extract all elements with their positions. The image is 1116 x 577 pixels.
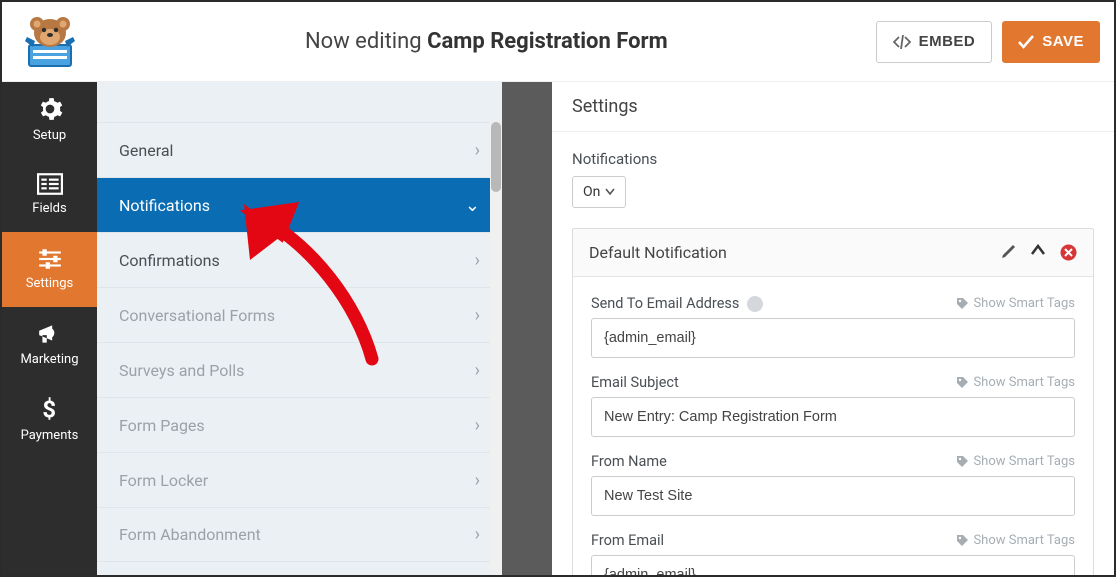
chevron-right-icon: › [475, 360, 480, 381]
sidebar-item-label: Marketing [20, 352, 78, 367]
panel-item-label: Form Pages [119, 416, 205, 435]
gear-icon [37, 96, 63, 122]
svg-text:$: $ [42, 396, 56, 422]
settings-panel: General › Notifications ⌄ Confirmations … [97, 82, 502, 575]
field-label: Send To Email Address [591, 295, 739, 312]
body: Setup Fields Settings Marketing $ Paymen… [2, 82, 1114, 575]
notification-box: Default Notification Send To Email Addre… [572, 228, 1094, 575]
check-icon [1018, 35, 1034, 49]
sidebar-item-fields[interactable]: Fields [2, 157, 97, 232]
panel-item-label: General [119, 141, 173, 160]
main-title: Settings [552, 82, 1114, 132]
chevron-right-icon: › [475, 415, 480, 436]
panel-item-form-locker[interactable]: Form Locker › [97, 452, 502, 507]
tag-icon [956, 376, 969, 389]
panel-item-form-pages[interactable]: Form Pages › [97, 397, 502, 452]
app-frame: Now editing Camp Registration Form EMBED… [0, 0, 1116, 577]
show-smart-tags[interactable]: Show Smart Tags [956, 375, 1075, 390]
chevron-right-icon: › [475, 140, 480, 161]
list-icon [37, 173, 63, 195]
chevron-right-icon: › [475, 524, 480, 545]
notifications-toggle-select[interactable]: On [572, 176, 626, 208]
sidebar: Setup Fields Settings Marketing $ Paymen… [2, 82, 97, 575]
from-name-input[interactable] [591, 476, 1075, 516]
chevron-up-icon[interactable] [1030, 244, 1046, 256]
embed-icon [893, 35, 911, 49]
notification-body: Send To Email Address Show Smart Tags [573, 277, 1093, 575]
gutter [502, 82, 552, 575]
megaphone-icon [37, 322, 63, 346]
panel-item-label: Confirmations [119, 251, 220, 270]
field-from-name: From Name Show Smart Tags [591, 453, 1075, 516]
help-icon[interactable] [747, 296, 763, 312]
sidebar-item-label: Payments [21, 428, 79, 443]
dollar-icon: $ [40, 396, 60, 422]
field-from-email: From Email Show Smart Tags [591, 532, 1075, 575]
sidebar-item-label: Fields [32, 201, 66, 216]
sidebar-item-setup[interactable]: Setup [2, 82, 97, 157]
sidebar-item-payments[interactable]: $ Payments [2, 382, 97, 457]
sidebar-item-settings[interactable]: Settings [2, 232, 97, 307]
from-email-input[interactable] [591, 555, 1075, 575]
panel-item-conversational-forms[interactable]: Conversational Forms › [97, 287, 502, 342]
show-smart-tags[interactable]: Show Smart Tags [956, 533, 1075, 548]
panel-item-notifications[interactable]: Notifications ⌄ [97, 177, 502, 232]
panel-item-label: Form Abandonment [119, 525, 261, 544]
settings-panel-list: General › Notifications ⌄ Confirmations … [97, 122, 502, 562]
page-title: Now editing Camp Registration Form [97, 29, 876, 54]
notification-title: Default Notification [589, 243, 727, 262]
panel-item-label: Conversational Forms [119, 306, 275, 325]
tag-icon [956, 297, 969, 310]
title-form-name: Camp Registration Form [427, 29, 668, 54]
embed-button[interactable]: EMBED [876, 21, 993, 63]
tag-icon [956, 455, 969, 468]
panel-item-general[interactable]: General › [97, 122, 502, 177]
field-send-to: Send To Email Address Show Smart Tags [591, 295, 1075, 358]
field-label: From Email [591, 532, 664, 549]
chevron-down-icon: ⌄ [465, 195, 480, 216]
sidebar-item-label: Settings [26, 276, 73, 291]
chevron-right-icon: › [475, 305, 480, 326]
field-label: From Name [591, 453, 667, 470]
chevron-right-icon: › [475, 470, 480, 491]
email-subject-input[interactable] [591, 397, 1075, 437]
field-email-subject: Email Subject Show Smart Tags [591, 374, 1075, 437]
send-to-input[interactable] [591, 318, 1075, 358]
save-label: SAVE [1042, 33, 1084, 50]
field-label: Email Subject [591, 374, 679, 391]
panel-item-label: Surveys and Polls [119, 361, 244, 380]
sidebar-item-label: Setup [33, 128, 66, 143]
panel-item-label: Notifications [119, 196, 210, 215]
notifications-label: Notifications [572, 150, 1094, 168]
show-smart-tags[interactable]: Show Smart Tags [956, 454, 1075, 469]
embed-label: EMBED [919, 33, 976, 50]
close-icon[interactable] [1060, 244, 1077, 261]
show-smart-tags[interactable]: Show Smart Tags [956, 296, 1075, 311]
panel-item-form-abandonment[interactable]: Form Abandonment › [97, 507, 502, 562]
chevron-right-icon: › [475, 250, 480, 271]
panel-item-label: Form Locker [119, 471, 208, 490]
select-value: On [583, 184, 600, 200]
top-actions: EMBED SAVE [876, 21, 1100, 63]
tag-icon [956, 534, 969, 547]
panel-item-confirmations[interactable]: Confirmations › [97, 232, 502, 287]
topbar: Now editing Camp Registration Form EMBED… [2, 2, 1114, 82]
logo-icon [2, 2, 97, 82]
title-prefix: Now editing [305, 29, 422, 54]
scrollbar-thumb[interactable] [491, 122, 501, 192]
chevron-down-icon [605, 188, 615, 196]
save-button[interactable]: SAVE [1002, 21, 1100, 63]
sliders-icon [37, 248, 63, 270]
notification-header: Default Notification [573, 229, 1093, 277]
panel-item-surveys-polls[interactable]: Surveys and Polls › [97, 342, 502, 397]
pencil-icon[interactable] [1000, 244, 1016, 260]
main-content: Settings Notifications On Default Notifi… [552, 82, 1114, 575]
sidebar-item-marketing[interactable]: Marketing [2, 307, 97, 382]
